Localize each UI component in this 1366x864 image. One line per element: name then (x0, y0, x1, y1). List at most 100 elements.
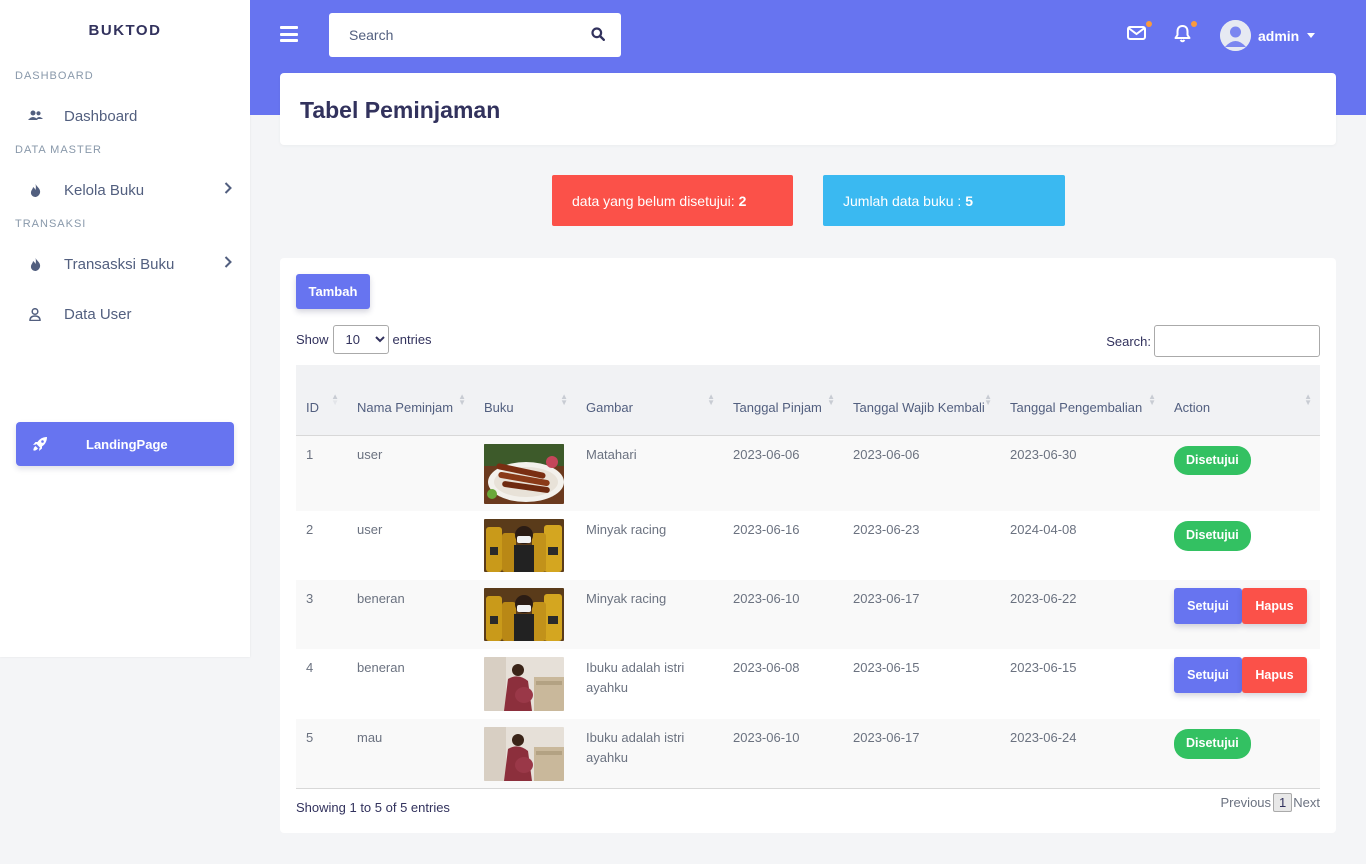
mail-icon[interactable] (1127, 21, 1152, 46)
add-button[interactable]: Tambah (296, 274, 370, 309)
column-header-tanggal-pinjam[interactable]: Tanggal Pinjam ▲ ▼ (723, 365, 843, 436)
table-search-input[interactable] (1154, 325, 1320, 357)
sidebar-item-label: Dashboard (64, 107, 138, 125)
books-count: 5 (965, 192, 974, 209)
user-icon (24, 307, 46, 321)
entries-label: entries (392, 332, 432, 347)
minyak-photo (484, 588, 564, 641)
cell-tanggal-wajib: 2023-06-15 (853, 660, 920, 675)
cell-action: Setujui Hapus (1164, 580, 1320, 649)
status-badge: Disetujui (1174, 445, 1251, 475)
bell-icon[interactable] (1174, 21, 1197, 48)
cell-nama: beneran (357, 660, 405, 675)
column-header-id[interactable]: ID ▲ ▼ (296, 365, 347, 436)
table-row: 1 user Matahari 2023-06-06 2023-06-06 20… (296, 435, 1320, 511)
table-info: Showing 1 to 5 of 5 entries (296, 800, 450, 815)
landing-page-button[interactable]: LandingPage (16, 422, 234, 466)
cell-buku (474, 511, 576, 580)
table-search: Search: (1106, 325, 1320, 357)
cell-action: Disetujui (1164, 719, 1320, 788)
cell-tanggal-pinjam: 2023-06-10 (733, 591, 800, 606)
cell-tanggal-pinjam: 2023-06-08 (733, 660, 800, 675)
notification-dot (1146, 21, 1152, 27)
cell-id: 4 (306, 660, 314, 675)
column-header-buku[interactable]: Buku ▲ ▼ (474, 365, 576, 436)
next-button[interactable]: Next (1293, 795, 1320, 810)
cell-buku (474, 649, 576, 719)
minyak-photo (484, 519, 564, 572)
cell-gambar: Matahari (586, 446, 637, 462)
search-input[interactable] (329, 27, 569, 43)
cell-action: Disetujui (1164, 511, 1320, 580)
cell-action: Disetujui (1164, 435, 1320, 511)
cell-buku (474, 435, 576, 511)
table-row: 5 mau Ibuku adalah istri ayahku 2023-06-… (296, 719, 1320, 788)
user-menu[interactable]: admin (1220, 20, 1316, 51)
pending-label: data yang belum disetujui: (572, 192, 735, 209)
show-label: Show (296, 332, 329, 347)
nav-heading-transaksi: TRANSAKSI (15, 218, 87, 230)
cell-id: 1 (306, 446, 314, 462)
user-name: admin (1258, 27, 1300, 44)
column-header-nama[interactable]: Nama Peminjam ▲ ▼ (347, 365, 474, 436)
pending-count: 2 (738, 192, 747, 209)
search-icon[interactable] (591, 27, 606, 46)
brand-logo[interactable]: BUKTOD (0, 0, 250, 60)
books-count-alert: Jumlah data buku : 5 (823, 175, 1065, 226)
table-row: 2 user Minyak racing 2023-06-16 2023-06-… (296, 511, 1320, 580)
column-header-gambar[interactable]: Gambar ▲ ▼ (576, 365, 723, 436)
delete-button[interactable]: Hapus (1242, 588, 1307, 624)
column-header-action[interactable]: Action ▲ ▼ (1164, 365, 1320, 436)
cell-tanggal-wajib: 2023-06-17 (853, 730, 920, 745)
cell-tanggal-wajib: 2023-06-23 (853, 522, 920, 537)
cell-tanggal-pinjam: 2023-06-16 (733, 522, 800, 537)
cell-nama: user (357, 522, 383, 537)
sort-icon: ▲ ▼ (1304, 391, 1312, 407)
column-header-tanggal-pengembalian[interactable]: Tanggal Pengembalian ▲ ▼ (1000, 365, 1164, 436)
users-icon (24, 110, 46, 122)
cell-tanggal-pengembalian: 2023-06-15 (1010, 660, 1077, 675)
sort-icon: ▲ ▼ (707, 391, 715, 407)
loans-table: ID ▲ ▼ Nama Peminjam ▲ ▼ Buku ▲ ▼ Gambar ▲ ▼ Tan… (296, 365, 1320, 789)
sort-icon: ▲ ▼ (560, 391, 568, 407)
cell-gambar: Minyak racing (586, 522, 667, 537)
sidebar-item-kelola-buku[interactable]: Kelola Buku (0, 168, 250, 212)
page-length-select[interactable]: 10 (332, 325, 389, 354)
cell-buku (474, 719, 576, 788)
page-button-1[interactable]: 1 (1273, 793, 1293, 812)
cell-nama: mau (357, 730, 383, 745)
cell-nama: beneran (357, 591, 405, 606)
cell-nama: user (357, 446, 383, 462)
column-header-tanggal-wajib-kembali[interactable]: Tanggal Wajib Kembali ▲ ▼ (843, 365, 1000, 436)
table-search-label: Search: (1106, 333, 1151, 349)
landing-page-label: LandingPage (86, 436, 168, 452)
pagination: Previous 1 Next (1220, 793, 1320, 812)
nav-heading-dashboard: DASHBOARD (15, 70, 94, 82)
pending-alert: data yang belum disetujui: 2 (552, 175, 793, 226)
search-box (329, 13, 621, 57)
sort-icon: ▲ ▼ (827, 391, 835, 407)
rocket-icon (32, 436, 50, 452)
approve-button[interactable]: Setujui (1174, 588, 1242, 624)
sidebar-item-transaksi-buku[interactable]: Transasksi Buku (0, 242, 250, 286)
chevron-right-icon (224, 181, 232, 198)
table-row: 4 beneran Ibuku adalah istri ayahku 2023… (296, 649, 1320, 719)
sort-icon: ▲ ▼ (331, 391, 339, 407)
cell-gambar: Minyak racing (586, 591, 667, 606)
cell-gambar: Ibuku adalah istri ayahku (586, 730, 685, 765)
table-row: 3 beneran Minyak racing 2023-06-10 2023-… (296, 580, 1320, 649)
status-badge: Disetujui (1174, 729, 1251, 759)
status-badge: Disetujui (1174, 521, 1251, 551)
menu-toggle-icon[interactable] (280, 26, 298, 42)
sidebar-item-data-user[interactable]: Data User (0, 292, 250, 336)
delete-button[interactable]: Hapus (1242, 657, 1307, 693)
previous-button[interactable]: Previous (1220, 795, 1271, 810)
cell-tanggal-pinjam: 2023-06-10 (733, 730, 800, 745)
table-header-row: ID ▲ ▼ Nama Peminjam ▲ ▼ Buku ▲ ▼ Gambar ▲ ▼ Tan… (296, 365, 1320, 436)
approve-button[interactable]: Setujui (1174, 657, 1242, 693)
sidebar-item-dashboard[interactable]: Dashboard (0, 94, 250, 138)
ibu-photo (484, 727, 564, 781)
cell-tanggal-pinjam: 2023-06-06 (733, 446, 800, 462)
chevron-right-icon (224, 255, 232, 272)
sort-icon: ▲ ▼ (1148, 391, 1156, 407)
